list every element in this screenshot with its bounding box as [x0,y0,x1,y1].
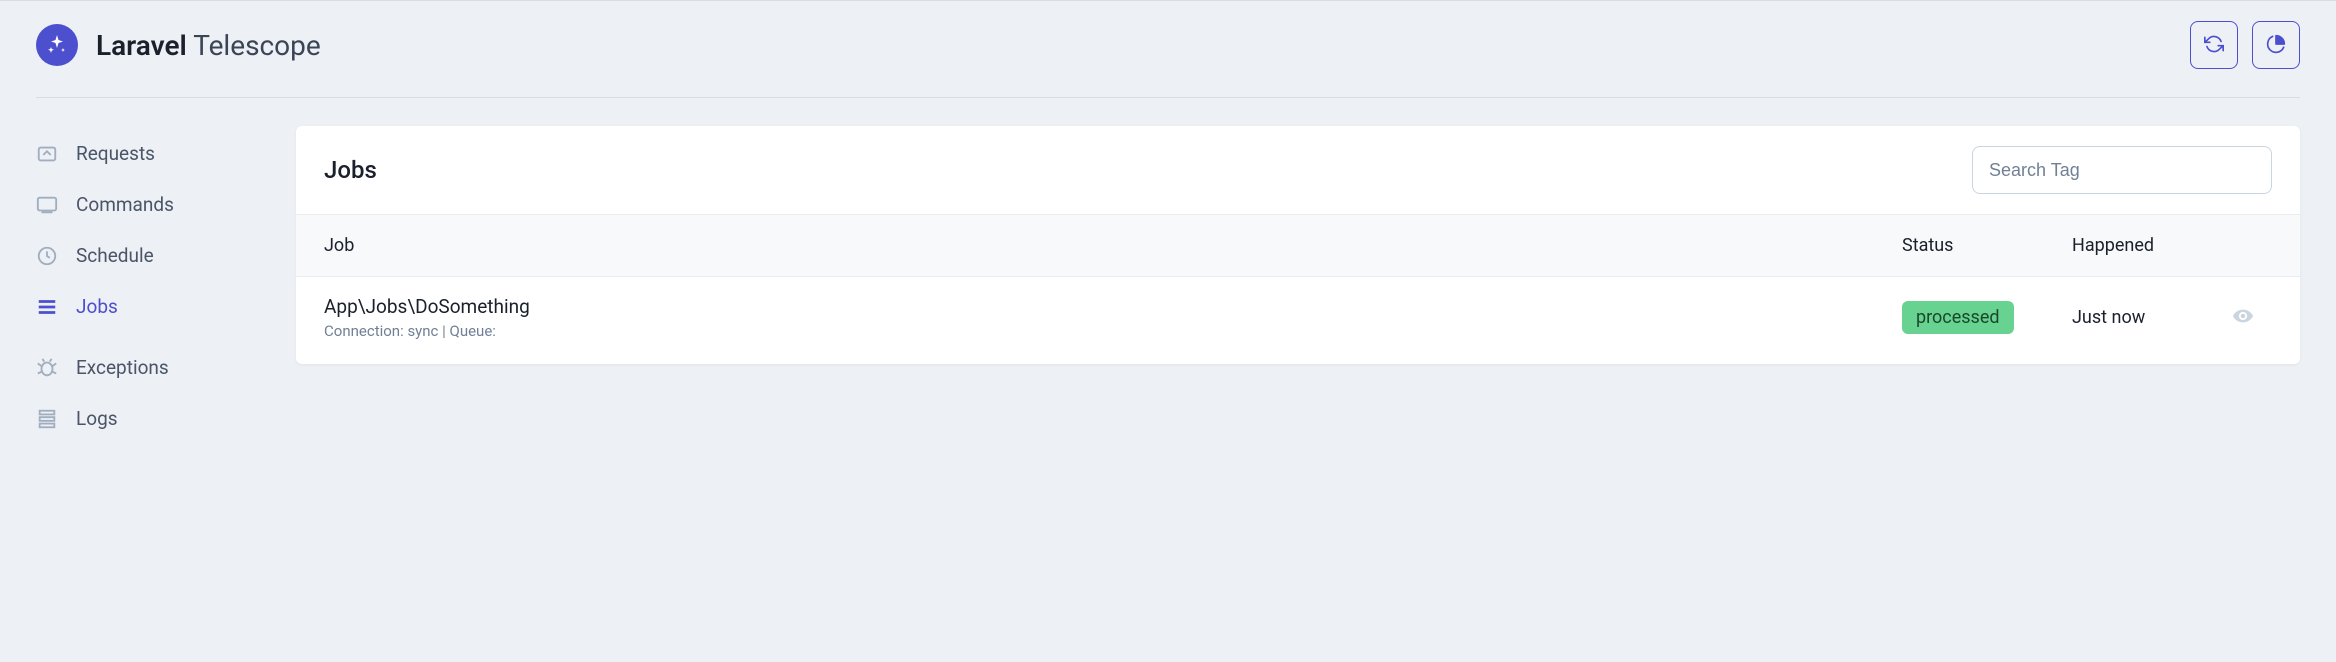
brand-title: Laravel Telescope [96,29,321,62]
column-header-status: Status [1902,235,2072,256]
job-name: App\Jobs\DoSomething [324,295,1902,318]
sidebar-item-label: Jobs [76,295,118,318]
panel-title: Jobs [324,156,377,184]
jobs-panel: Jobs Job Status Happened App\Jobs\DoSome… [296,126,2300,364]
column-header-happened: Happened [2072,235,2232,256]
column-header-job: Job [324,235,1902,256]
requests-icon [36,143,58,165]
table-row: App\Jobs\DoSomething Connection: sync | … [296,277,2300,364]
logs-icon [36,408,58,430]
sidebar-item-requests[interactable]: Requests [36,132,266,175]
sidebar-item-label: Exceptions [76,356,169,379]
logo-icon [36,24,78,66]
dashboard-button[interactable] [2252,21,2300,69]
search-input[interactable] [1972,146,2272,194]
table-header: Job Status Happened [296,214,2300,277]
schedule-icon [36,245,58,267]
sidebar-item-exceptions[interactable]: Exceptions [36,346,266,389]
view-button[interactable] [2232,305,2272,331]
sidebar-item-label: Requests [76,142,155,165]
status-badge: processed [1902,301,2014,334]
refresh-icon [2204,34,2224,57]
commands-icon [36,194,58,216]
happened-text: Just now [2072,307,2145,328]
jobs-icon [36,296,58,318]
sidebar-item-label: Schedule [76,244,154,267]
sidebar-item-logs[interactable]: Logs [36,397,266,440]
brand: Laravel Telescope [36,24,321,66]
sidebar-item-commands[interactable]: Commands [36,183,266,226]
job-meta: Connection: sync | Queue: [324,322,1902,340]
refresh-button[interactable] [2190,21,2238,69]
sidebar: Requests Commands Schedule Jobs Exceptio [36,126,266,448]
sidebar-item-label: Logs [76,407,118,430]
sidebar-item-schedule[interactable]: Schedule [36,234,266,277]
sidebar-item-jobs[interactable]: Jobs [36,285,266,328]
pie-chart-icon [2266,34,2286,57]
exceptions-icon [36,357,58,379]
sidebar-item-label: Commands [76,193,174,216]
